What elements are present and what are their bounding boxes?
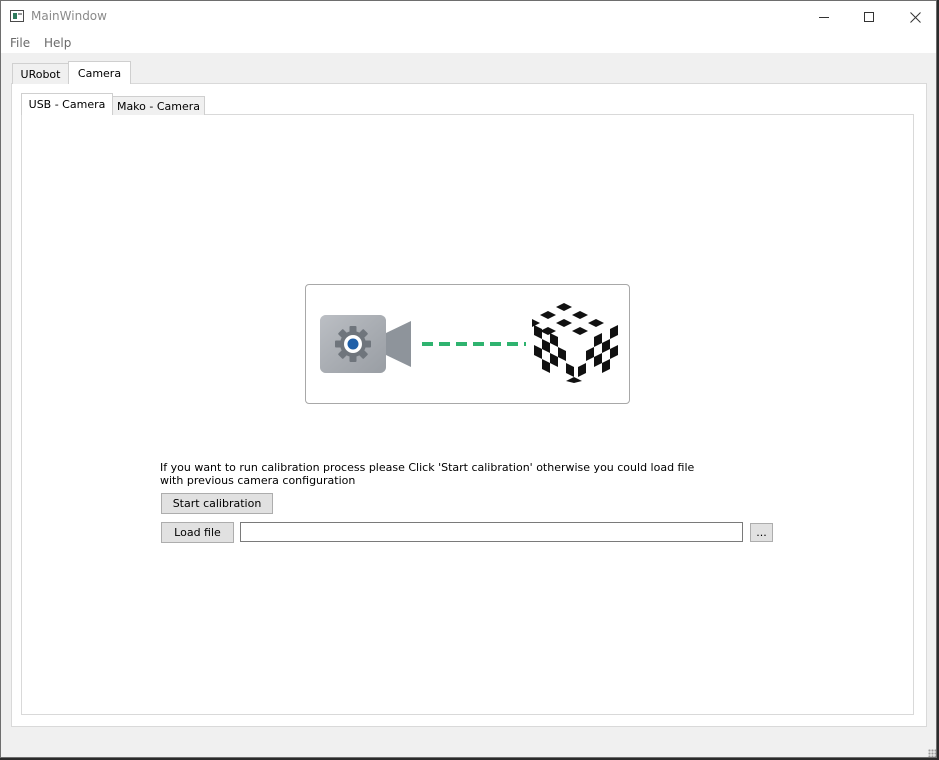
tab-usb-camera[interactable]: USB - Camera bbox=[21, 93, 113, 115]
tab-usb-camera-label: USB - Camera bbox=[28, 98, 106, 111]
tab-camera-label: Camera bbox=[77, 66, 122, 80]
start-calibration-button[interactable]: Start calibration bbox=[161, 493, 273, 514]
tab-camera[interactable]: Camera bbox=[68, 61, 131, 84]
checkerboard-cube-icon bbox=[532, 303, 618, 383]
maximize-icon bbox=[864, 12, 874, 22]
browse-file-button[interactable]: ... bbox=[750, 523, 773, 542]
calibration-illustration bbox=[305, 284, 630, 404]
camera-settings-icon bbox=[320, 315, 411, 373]
load-file-button[interactable]: Load file bbox=[161, 522, 234, 543]
minimize-button[interactable] bbox=[801, 1, 847, 33]
window-title: MainWindow bbox=[31, 9, 107, 23]
file-path-input[interactable] bbox=[240, 522, 743, 542]
calibration-instructions: If you want to run calibration process p… bbox=[160, 461, 695, 487]
tab-urobot-label: URobot bbox=[20, 67, 61, 81]
app-window-icon bbox=[10, 10, 24, 22]
menu-file[interactable]: File bbox=[10, 36, 30, 50]
usb-camera-tab-pane bbox=[21, 114, 914, 715]
tab-urobot[interactable]: URobot bbox=[12, 63, 69, 84]
close-icon bbox=[909, 11, 921, 23]
menu-bar: File Help bbox=[1, 33, 936, 53]
tab-mako-camera-label: Mako - Camera bbox=[116, 99, 201, 113]
minimize-icon bbox=[819, 16, 829, 18]
menu-help[interactable]: Help bbox=[44, 36, 71, 50]
close-button[interactable] bbox=[892, 1, 938, 33]
resize-grip-icon[interactable] bbox=[928, 749, 936, 757]
maximize-button[interactable] bbox=[846, 1, 892, 33]
tab-mako-camera[interactable]: Mako - Camera bbox=[112, 96, 205, 115]
title-bar[interactable]: MainWindow bbox=[1, 1, 936, 33]
